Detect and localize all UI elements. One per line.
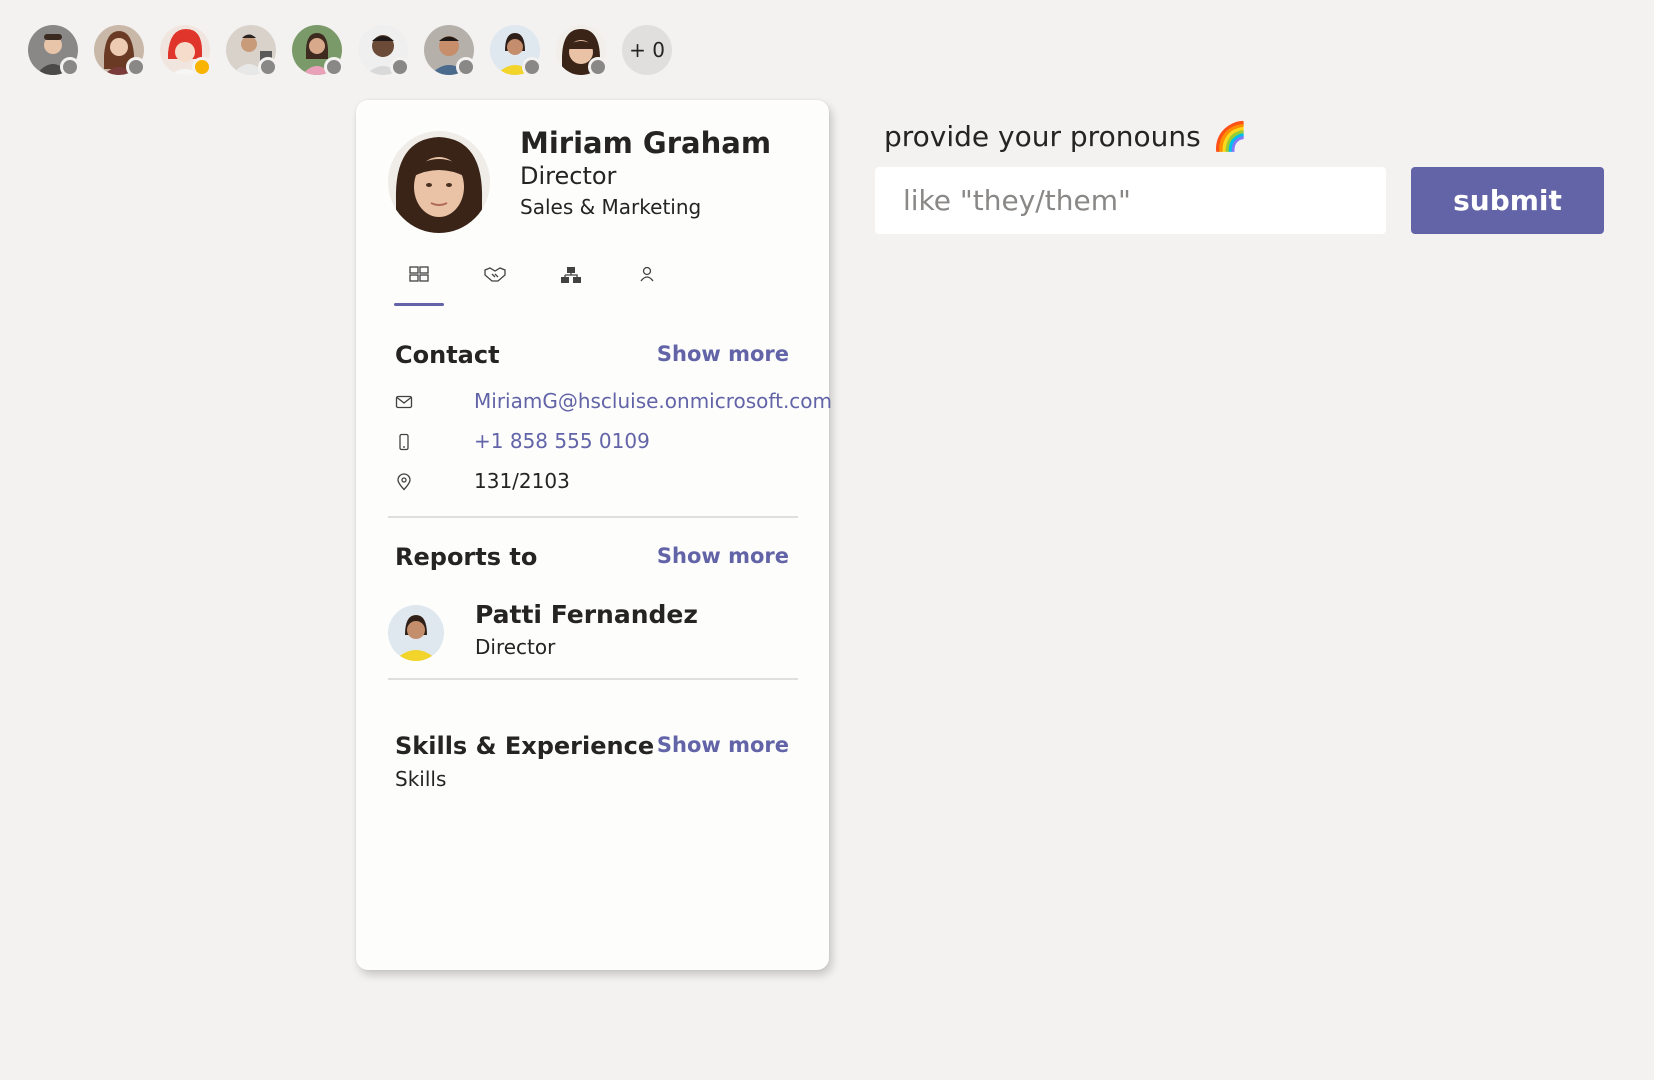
presence-offline-icon bbox=[126, 57, 146, 77]
manager-name[interactable]: Patti Fernandez bbox=[475, 600, 698, 629]
handshake-icon bbox=[484, 267, 506, 282]
avatar-person-6[interactable] bbox=[358, 25, 410, 77]
section-divider bbox=[388, 678, 798, 680]
presence-offline-icon bbox=[588, 57, 608, 77]
avatar-person-7[interactable] bbox=[424, 25, 476, 77]
avatar-person-8[interactable] bbox=[490, 25, 542, 77]
person-icon bbox=[640, 266, 654, 282]
avatar-person-3[interactable] bbox=[160, 25, 212, 77]
manager-title: Director bbox=[475, 635, 556, 659]
tab-organization[interactable] bbox=[546, 260, 596, 306]
presence-offline-icon bbox=[390, 57, 410, 77]
avatar-person-1[interactable] bbox=[28, 25, 80, 77]
presence-away-icon bbox=[192, 57, 212, 77]
section-divider bbox=[388, 516, 798, 518]
avatar-person-9[interactable] bbox=[556, 25, 608, 77]
submit-button[interactable]: submit bbox=[1411, 167, 1604, 234]
people-avatar-strip: + 0 bbox=[28, 25, 672, 77]
tab-profile[interactable] bbox=[622, 260, 672, 306]
tab-overview[interactable] bbox=[394, 260, 444, 306]
presence-offline-icon bbox=[324, 57, 344, 77]
tab-collaboration[interactable] bbox=[470, 260, 520, 306]
skills-show-more-link[interactable]: Show more bbox=[657, 733, 789, 757]
pronouns-input[interactable] bbox=[875, 167, 1386, 234]
phone-link[interactable]: +1 858 555 0109 bbox=[474, 429, 650, 453]
contact-heading: Contact bbox=[395, 341, 500, 369]
phone-icon bbox=[399, 433, 409, 451]
profile-title: Director bbox=[520, 162, 617, 190]
skills-subtitle: Skills bbox=[395, 767, 447, 791]
profile-card: Miriam Graham Director Sales & Marketing… bbox=[356, 100, 832, 970]
profile-photo bbox=[388, 131, 490, 233]
email-link[interactable]: MiriamG@hscluise.onmicrosoft.com bbox=[474, 389, 832, 413]
mail-icon bbox=[395, 395, 413, 409]
presence-offline-icon bbox=[258, 57, 278, 77]
contact-show-more-link[interactable]: Show more bbox=[657, 342, 789, 366]
overview-icon bbox=[409, 266, 429, 282]
profile-name: Miriam Graham bbox=[520, 126, 772, 160]
office-location: 131/2103 bbox=[474, 469, 570, 493]
location-icon bbox=[397, 473, 411, 491]
pronouns-prompt: provide your pronouns 🌈 bbox=[884, 120, 1248, 153]
presence-offline-icon bbox=[522, 57, 542, 77]
skills-heading: Skills & Experience bbox=[395, 732, 655, 760]
avatar-person-2[interactable] bbox=[94, 25, 146, 77]
reports-to-show-more-link[interactable]: Show more bbox=[657, 544, 789, 568]
avatar-person-5[interactable] bbox=[292, 25, 344, 77]
presence-offline-icon bbox=[456, 57, 476, 77]
manager-avatar[interactable] bbox=[388, 605, 444, 661]
pronouns-prompt-label: provide your pronouns bbox=[884, 120, 1201, 153]
overflow-count-button[interactable]: + 0 bbox=[622, 25, 672, 75]
org-chart-icon bbox=[561, 267, 581, 283]
rainbow-icon: 🌈 bbox=[1212, 120, 1248, 153]
presence-offline-icon bbox=[60, 57, 80, 77]
profile-department: Sales & Marketing bbox=[520, 195, 702, 219]
avatar-person-4[interactable] bbox=[226, 25, 278, 77]
reports-to-heading: Reports to bbox=[395, 543, 538, 571]
profile-tabs bbox=[394, 260, 698, 306]
